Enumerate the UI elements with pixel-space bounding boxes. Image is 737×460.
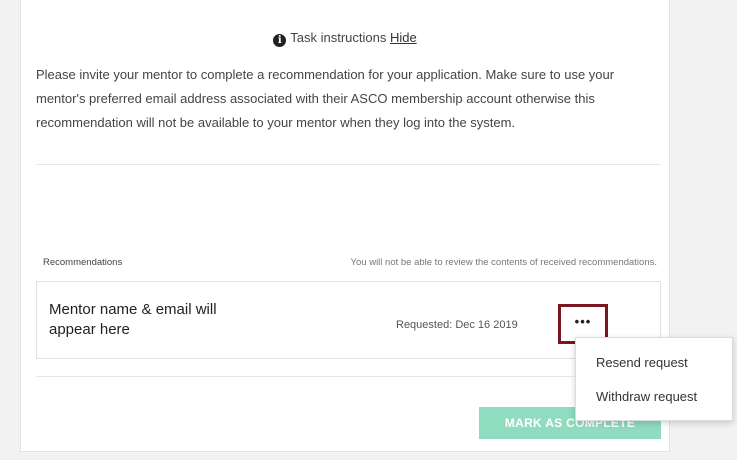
menu-item-resend-request[interactable]: Resend request	[596, 355, 688, 370]
hide-instructions-link[interactable]: Hide	[390, 30, 417, 45]
task-card: i Task instructions Hide Please invite yo…	[20, 0, 670, 452]
recommendation-row: Mentor name & email will appear here Req…	[36, 281, 661, 359]
task-instructions-text: Please invite your mentor to complete a …	[36, 67, 615, 130]
menu-item-withdraw-request[interactable]: Withdraw request	[596, 389, 697, 404]
recommendations-label: Recommendations	[43, 257, 123, 268]
mentor-placeholder: Mentor name & email will appear here	[49, 301, 217, 338]
more-options-menu: Resend request Withdraw request	[575, 337, 733, 421]
requested-date: Requested: Dec 16 2019	[396, 319, 518, 331]
task-instructions-label: Task instructions	[290, 30, 387, 45]
divider	[36, 164, 661, 165]
divider	[36, 376, 661, 377]
info-icon: i	[273, 34, 287, 47]
task-instructions-header: i Task instructions Hide	[21, 30, 669, 47]
recommendations-note: You will not be able to review the conte…	[350, 257, 657, 268]
